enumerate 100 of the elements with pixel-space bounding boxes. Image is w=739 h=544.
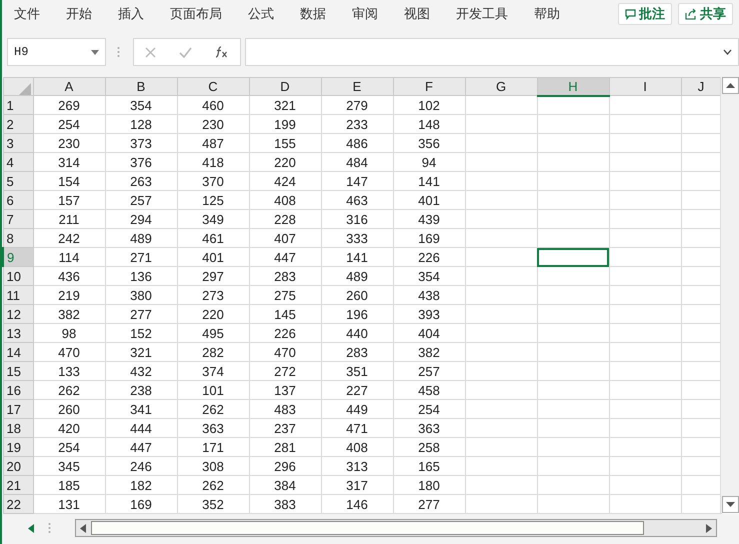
row-header[interactable]: 14 xyxy=(3,342,33,362)
row-header[interactable]: 19 xyxy=(3,438,33,456)
active-cell[interactable] xyxy=(537,248,609,266)
table-cell: 383 xyxy=(249,494,321,514)
table-cell: 317 xyxy=(321,476,393,494)
dropdown-caret-icon xyxy=(91,50,99,54)
table-cell: 316 xyxy=(321,210,393,228)
menu-tab[interactable]: 公式 xyxy=(248,5,274,23)
column-header[interactable]: D xyxy=(249,78,321,96)
menu-tab[interactable]: 文件 xyxy=(14,5,40,23)
table-cell: 226 xyxy=(249,324,321,342)
row-header[interactable]: 11 xyxy=(3,286,33,304)
formula-input[interactable] xyxy=(245,38,739,66)
table-cell: 169 xyxy=(105,494,177,514)
row-header[interactable]: 18 xyxy=(3,418,33,438)
row-header[interactable]: 21 xyxy=(3,476,33,494)
sheet-prev-icon[interactable] xyxy=(28,524,34,532)
table-cell: 471 xyxy=(321,418,393,438)
row-header[interactable]: 7 xyxy=(3,210,33,228)
column-header[interactable]: J xyxy=(681,78,721,96)
table-cell: 384 xyxy=(249,476,321,494)
row-header[interactable]: 4 xyxy=(3,152,33,172)
table-cell: 242 xyxy=(33,228,105,248)
column-header[interactable]: C xyxy=(177,78,249,96)
name-box[interactable]: H9 xyxy=(7,38,106,66)
table-cell: 226 xyxy=(393,248,465,266)
horizontal-scrollbar[interactable] xyxy=(75,519,717,537)
table-cell: 458 xyxy=(393,380,465,400)
checkmark-icon[interactable] xyxy=(178,46,192,58)
row-header[interactable]: 10 xyxy=(3,266,33,286)
row-header[interactable]: 13 xyxy=(3,324,33,342)
table-cell: 349 xyxy=(177,210,249,228)
table-cell: 352 xyxy=(177,494,249,514)
table-cell: 373 xyxy=(105,134,177,152)
table-cell: 489 xyxy=(321,266,393,286)
table-cell: 152 xyxy=(105,324,177,342)
table-cell: 238 xyxy=(105,380,177,400)
table-cell: 233 xyxy=(321,114,393,134)
table-cell: 489 xyxy=(105,228,177,248)
table-cell: 277 xyxy=(393,494,465,514)
menu-tab[interactable]: 插入 xyxy=(118,5,144,23)
column-header[interactable]: E xyxy=(321,78,393,96)
menu-tab[interactable]: 帮助 xyxy=(534,5,560,23)
menu-tab[interactable]: 审阅 xyxy=(352,5,378,23)
table-cell: 230 xyxy=(177,114,249,134)
column-header[interactable]: G xyxy=(465,78,537,96)
row-header[interactable]: 12 xyxy=(3,304,33,324)
menu-tab[interactable]: 数据 xyxy=(300,5,326,23)
table-cell: 408 xyxy=(321,438,393,456)
comment-button[interactable]: 批注 xyxy=(618,3,672,25)
row-header[interactable]: 16 xyxy=(3,380,33,400)
row-header[interactable]: 8 xyxy=(3,228,33,248)
table-cell: 254 xyxy=(33,438,105,456)
table-cell: 297 xyxy=(177,266,249,286)
column-header[interactable]: A xyxy=(33,78,105,96)
row-header[interactable]: 3 xyxy=(3,134,33,152)
scroll-thumb[interactable] xyxy=(91,521,644,535)
table-cell: 141 xyxy=(393,172,465,190)
menu-tab[interactable]: 页面布局 xyxy=(170,5,222,23)
table-cell: 260 xyxy=(321,286,393,304)
row-header[interactable]: 22 xyxy=(3,494,33,514)
scroll-up-icon[interactable] xyxy=(722,77,738,94)
column-header[interactable]: F xyxy=(393,78,465,96)
table-cell: 220 xyxy=(177,304,249,324)
scroll-down-icon[interactable] xyxy=(722,496,738,513)
table-cell: 125 xyxy=(177,190,249,210)
table-cell: 447 xyxy=(105,438,177,456)
menu-tab[interactable]: 开始 xyxy=(66,5,92,23)
table-cell: 436 xyxy=(33,266,105,286)
table-cell: 155 xyxy=(249,134,321,152)
row-header[interactable]: 5 xyxy=(3,172,33,190)
table-cell: 102 xyxy=(393,96,465,114)
table-cell: 148 xyxy=(393,114,465,134)
function-icon[interactable] xyxy=(214,46,229,58)
table-cell: 246 xyxy=(105,456,177,476)
table-cell: 133 xyxy=(33,362,105,380)
share-button[interactable]: 共享 xyxy=(678,3,733,25)
table-cell: 424 xyxy=(249,172,321,190)
table-cell: 321 xyxy=(105,342,177,362)
row-header[interactable]: 2 xyxy=(3,114,33,134)
column-header[interactable]: B xyxy=(105,78,177,96)
table-cell: 444 xyxy=(105,418,177,438)
table-cell: 237 xyxy=(249,418,321,438)
table-cell: 283 xyxy=(249,266,321,286)
row-header[interactable]: 15 xyxy=(3,362,33,380)
table-cell: 137 xyxy=(249,380,321,400)
table-cell: 273 xyxy=(177,286,249,304)
row-header[interactable]: 6 xyxy=(3,190,33,210)
column-header[interactable]: I xyxy=(609,78,681,96)
table-cell: 257 xyxy=(393,362,465,380)
table-cell: 439 xyxy=(393,210,465,228)
menu-tab[interactable]: 视图 xyxy=(404,5,430,23)
table-cell: 101 xyxy=(177,380,249,400)
table-cell: 180 xyxy=(393,476,465,494)
row-header[interactable]: 17 xyxy=(3,400,33,418)
table-cell: 354 xyxy=(393,266,465,286)
row-header[interactable]: 1 xyxy=(3,96,33,114)
vertical-scrollbar[interactable] xyxy=(720,77,739,513)
menu-tab[interactable]: 开发工具 xyxy=(456,5,508,23)
row-header[interactable]: 20 xyxy=(3,456,33,476)
